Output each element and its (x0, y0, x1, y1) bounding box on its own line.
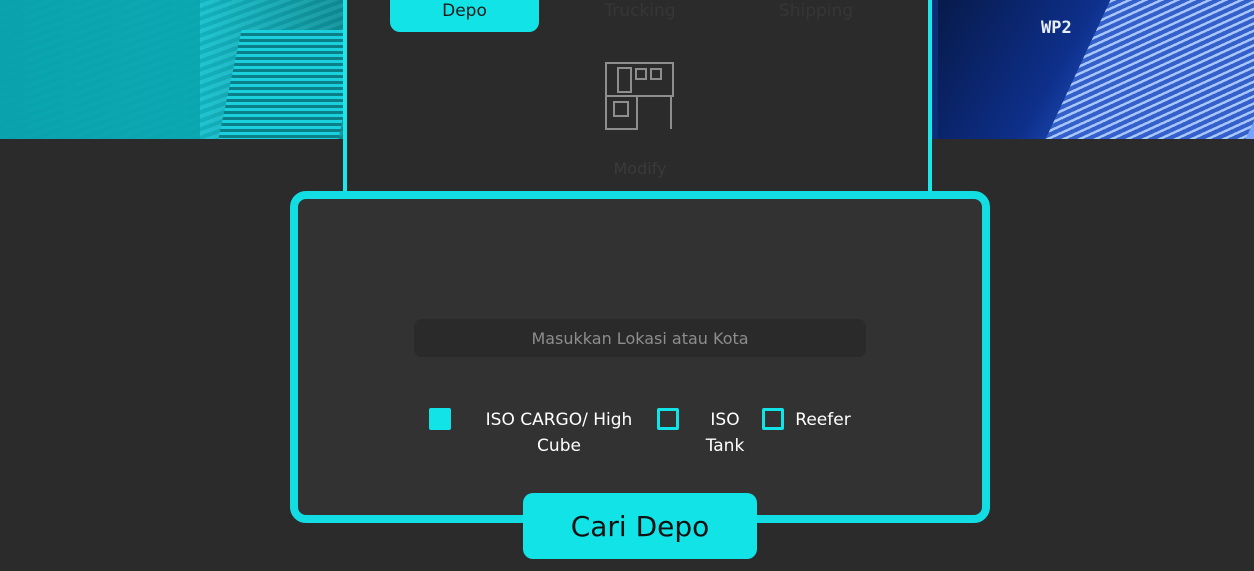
tab-shipping-label: Shipping (778, 1, 854, 21)
option-label-line: ISO CARGO/ High (485, 410, 633, 430)
tab-depo-label: Depo (442, 1, 487, 21)
option-label-line: ISO (710, 410, 740, 430)
hero-container-stack (218, 30, 362, 139)
option-label-line: Reefer (795, 410, 851, 430)
modify-label[interactable]: Modify (590, 159, 690, 178)
location-search-input[interactable] (414, 319, 866, 357)
option-label-reefer: Reefer (791, 407, 855, 433)
depot-building-icon[interactable] (605, 62, 675, 132)
option-label-line: Cube (537, 436, 581, 456)
hero-container-left (0, 0, 200, 139)
option-label-iso-tank: ISO Tank (695, 407, 755, 459)
hero-container-ribs (1045, 0, 1254, 139)
cari-depo-button[interactable]: Cari Depo (523, 493, 757, 559)
hero-image-left (0, 0, 362, 139)
hero-container-text: WP2 (1041, 18, 1072, 38)
option-label-line: Tank (705, 436, 745, 456)
option-label-iso-cargo: ISO CARGO/ High Cube (476, 407, 642, 459)
tab-trucking[interactable]: Trucking (565, 0, 715, 32)
hero-image-right: WP2 (938, 0, 1254, 139)
checkbox-reefer[interactable] (762, 408, 784, 430)
checkbox-iso-cargo[interactable] (429, 408, 451, 430)
tab-trucking-label: Trucking (604, 1, 676, 21)
tab-depo[interactable]: Depo (390, 0, 539, 32)
checkbox-iso-tank[interactable] (657, 408, 679, 430)
tab-shipping[interactable]: Shipping (741, 0, 891, 32)
search-card (290, 191, 990, 523)
